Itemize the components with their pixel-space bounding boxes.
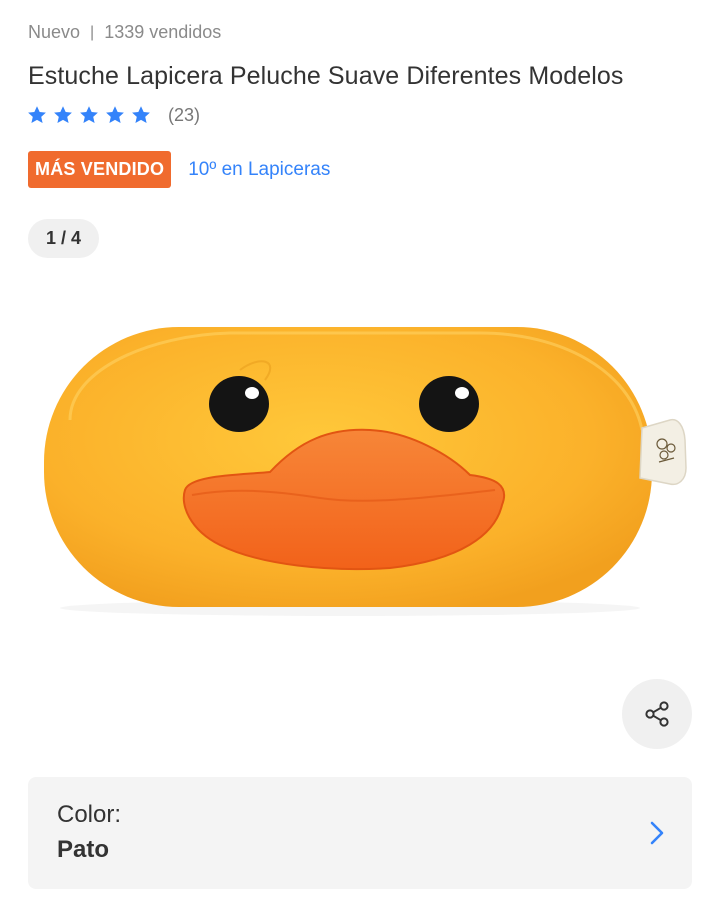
condition-label: Nuevo [28,22,81,42]
chevron-right-icon [650,821,664,845]
rating[interactable]: (23) [26,104,200,126]
review-count: (23) [168,104,201,125]
variant-value: Pato [57,836,110,863]
share-icon [645,701,669,727]
star-icon [132,106,150,123]
best-seller-badge: MÁS VENDIDO [28,151,172,188]
color-variant-selector[interactable]: Color: Pato [28,777,692,889]
meta-separator: | [90,23,95,41]
product-image[interactable] [30,300,690,630]
product-title: Estuche Lapicera Peluche Suave Diferente… [28,62,624,90]
variant-label: Color: [57,801,122,828]
star-icon [54,106,72,123]
star-icon [80,106,98,123]
product-meta: Nuevo | 1339 vendidos [28,22,221,43]
gallery-counter: 1 / 4 [28,219,99,258]
share-button[interactable] [622,679,692,749]
badges: MÁS VENDIDO 10º en Lapiceras [28,151,330,188]
category-rank-link[interactable]: 10º en Lapiceras [188,159,330,181]
star-icon [28,106,46,123]
star-icon [106,106,124,123]
sold-count: 1339 vendidos [104,22,222,42]
